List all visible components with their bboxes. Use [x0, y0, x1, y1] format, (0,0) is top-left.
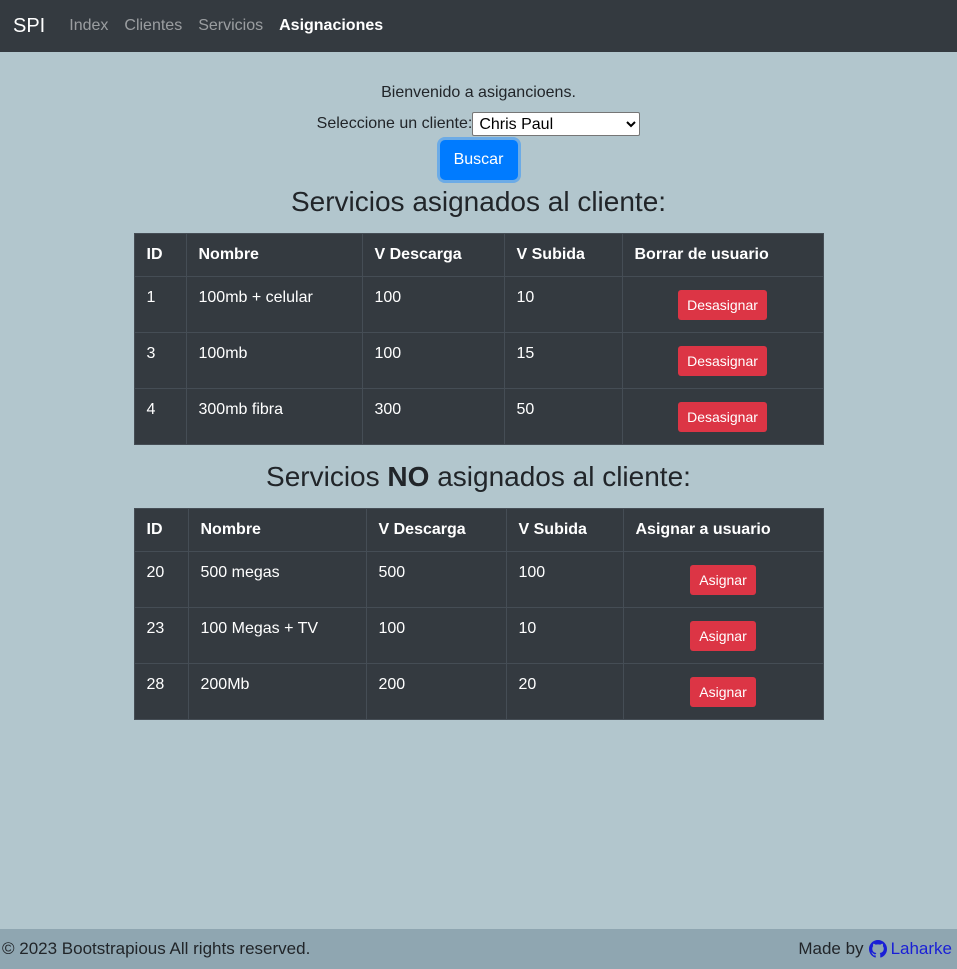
cell-action: Desasignar: [621, 276, 824, 333]
table-row: 20 500 megas 500 100 Asignar: [133, 551, 824, 608]
col-header-subida: V Subida: [505, 508, 624, 552]
assigned-services-table: ID Nombre V Descarga V Subida Borrar de …: [133, 233, 824, 445]
unassigned-heading: Servicios NO asignados al cliente:: [0, 461, 957, 493]
cell-nombre: 500 megas: [187, 551, 367, 608]
cell-nombre: 100mb + celular: [185, 276, 363, 333]
nav-link-index[interactable]: Index: [69, 17, 108, 35]
assign-button[interactable]: Asignar: [690, 621, 756, 651]
col-header-id: ID: [133, 508, 189, 552]
table-row: 23 100 Megas + TV 100 10 Asignar: [133, 607, 824, 664]
cell-id: 28: [133, 663, 189, 720]
cell-subida: 20: [505, 663, 624, 720]
client-select-label: Seleccione un cliente:: [316, 115, 473, 132]
col-header-action: Asignar a usuario: [622, 508, 824, 552]
cell-id: 1: [133, 276, 187, 333]
cell-action: Desasignar: [621, 388, 824, 445]
table-row: 28 200Mb 200 20 Asignar: [133, 663, 824, 720]
cell-subida: 10: [505, 607, 624, 664]
col-header-subida: V Subida: [503, 233, 623, 277]
table-header-row: ID Nombre V Descarga V Subida Borrar de …: [133, 233, 824, 277]
main-content: Bienvenido a asigancioens. Seleccione un…: [0, 52, 957, 720]
nav-link-clientes[interactable]: Clientes: [124, 17, 182, 35]
col-header-nombre: Nombre: [185, 233, 363, 277]
col-header-id: ID: [133, 233, 187, 277]
unassigned-heading-post: asignados al cliente:: [429, 461, 691, 492]
cell-action: Asignar: [622, 663, 824, 720]
cell-subida: 100: [505, 551, 624, 608]
footer: © 2023 Bootstrapious All rights reserved…: [0, 929, 957, 969]
cell-subida: 50: [503, 388, 623, 445]
footer-credit: Made by Laharke: [798, 939, 952, 959]
cell-descarga: 300: [361, 388, 505, 445]
table-row: 3 100mb 100 15 Desasignar: [133, 332, 824, 389]
cell-id: 4: [133, 388, 187, 445]
github-icon: [868, 940, 887, 958]
cell-id: 23: [133, 607, 189, 664]
navbar: SPI Index Clientes Servicios Asignacione…: [0, 0, 957, 52]
welcome-text: Bienvenido a asigancioens.: [381, 84, 576, 101]
cell-action: Asignar: [622, 607, 824, 664]
unassign-button[interactable]: Desasignar: [678, 290, 767, 320]
nav-link-asignaciones[interactable]: Asignaciones: [279, 17, 383, 35]
table-row: 4 300mb fibra 300 50 Desasignar: [133, 388, 824, 445]
cell-nombre: 100 Megas + TV: [187, 607, 367, 664]
col-header-action: Borrar de usuario: [621, 233, 824, 277]
author-name: Laharke: [890, 939, 952, 958]
navbar-brand[interactable]: SPI: [13, 15, 45, 38]
cell-nombre: 300mb fibra: [185, 388, 363, 445]
table-header-row: ID Nombre V Descarga V Subida Asignar a …: [133, 508, 824, 552]
unassign-button[interactable]: Desasignar: [678, 402, 767, 432]
author-link[interactable]: Laharke: [868, 939, 952, 959]
col-header-descarga: V Descarga: [361, 233, 505, 277]
cell-subida: 15: [503, 332, 623, 389]
assign-button[interactable]: Asignar: [690, 565, 756, 595]
cell-action: Desasignar: [621, 332, 824, 389]
unassigned-services-table: ID Nombre V Descarga V Subida Asignar a …: [133, 508, 824, 720]
cell-descarga: 100: [361, 332, 505, 389]
search-button[interactable]: Buscar: [439, 140, 518, 180]
unassigned-heading-bold: NO: [387, 461, 430, 492]
cell-descarga: 500: [365, 551, 507, 608]
cell-descarga: 100: [361, 276, 505, 333]
table-row: 1 100mb + celular 100 10 Desasignar: [133, 276, 824, 333]
col-header-descarga: V Descarga: [365, 508, 507, 552]
cell-subida: 10: [503, 276, 623, 333]
cell-descarga: 200: [365, 663, 507, 720]
nav-link-servicios[interactable]: Servicios: [198, 17, 263, 35]
client-select-row: Seleccione un cliente: Chris Paul: [0, 112, 957, 136]
footer-copyright: © 2023 Bootstrapious All rights reserved…: [2, 939, 311, 958]
cell-descarga: 100: [365, 607, 507, 664]
footer-made-by: Made by: [798, 939, 864, 958]
cell-id: 3: [133, 332, 187, 389]
assign-button[interactable]: Asignar: [690, 677, 756, 707]
unassign-button[interactable]: Desasignar: [678, 346, 767, 376]
client-select[interactable]: Chris Paul: [472, 112, 641, 136]
assigned-heading: Servicios asignados al cliente:: [290, 186, 667, 217]
cell-nombre: 100mb: [185, 332, 363, 389]
cell-id: 20: [133, 551, 189, 608]
cell-nombre: 200Mb: [187, 663, 367, 720]
cell-action: Asignar: [622, 551, 824, 608]
unassigned-heading-pre: Servicios: [266, 461, 388, 492]
col-header-nombre: Nombre: [187, 508, 367, 552]
